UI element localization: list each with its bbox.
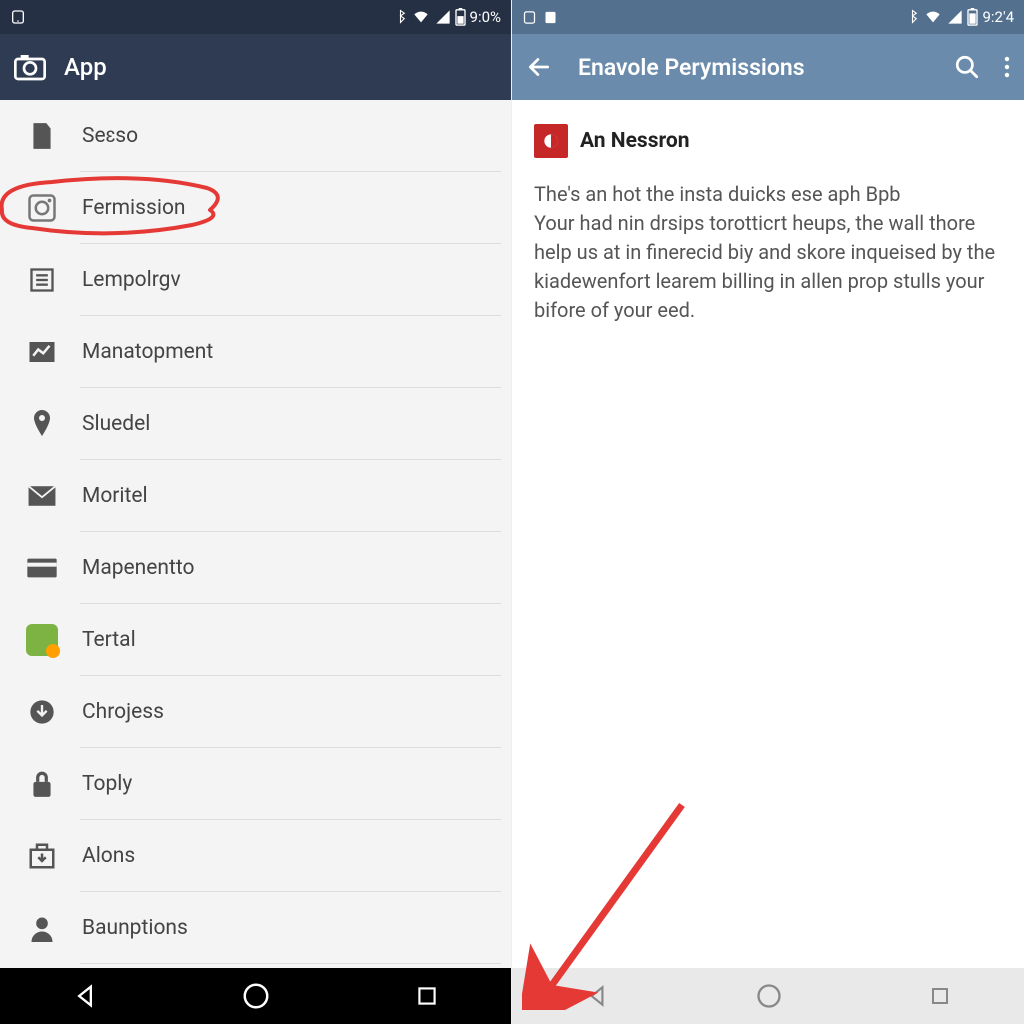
list-item-label: Lempolrgv — [82, 268, 181, 292]
list-item-label: Alons — [82, 844, 135, 868]
list-item-label: Seɛso — [82, 124, 138, 148]
nav-back-icon[interactable] — [584, 983, 610, 1009]
camera-icon — [14, 53, 46, 81]
pin-icon — [30, 408, 54, 440]
status-bar: 9:0% — [0, 0, 511, 34]
status-time: 9:0% — [470, 8, 501, 26]
nav-bar — [0, 968, 511, 1024]
bluetooth-icon — [906, 9, 919, 25]
status-time: 9:2'4 — [982, 8, 1014, 26]
back-arrow-icon[interactable] — [526, 54, 552, 80]
lock-icon — [29, 769, 55, 799]
nav-home-icon[interactable] — [755, 982, 783, 1010]
list-item-label: Toply — [82, 772, 132, 796]
list-item-sluedel[interactable]: Sluedel — [0, 388, 511, 460]
detail-body-text: The's an hot the insta duicks ese aph Bp… — [534, 180, 1002, 325]
list-item-chrojess[interactable]: Chrojess — [0, 676, 511, 748]
nav-bar — [512, 968, 1024, 1024]
phone-left-screen: 9:0% App Seɛso Fermission Lempolrgv — [0, 0, 512, 1024]
signal-icon — [947, 9, 963, 25]
detail-pane: An Nessron The's an hot the insta duicks… — [512, 100, 1024, 968]
list-item-label: Sluedel — [82, 412, 150, 436]
nav-recent-icon[interactable] — [928, 984, 952, 1008]
list-item-label: Fermission — [82, 196, 186, 220]
app-bar-title: Enavole Perymissions — [578, 54, 954, 81]
list-item-label: Mapenentto — [82, 556, 195, 580]
notification-icon — [522, 10, 537, 25]
list-item-alons[interactable]: Alons — [0, 820, 511, 892]
card-icon — [26, 557, 58, 579]
list-item-manatopment[interactable]: Manatopment — [0, 316, 511, 388]
list-item-mapenentto[interactable]: Mapenentto — [0, 532, 511, 604]
detail-header: An Nessron — [534, 124, 1002, 158]
app-green-icon — [26, 624, 58, 656]
nav-back-icon[interactable] — [71, 982, 99, 1010]
detail-app-name: An Nessron — [580, 129, 690, 153]
nav-home-icon[interactable] — [241, 981, 271, 1011]
signal-icon — [435, 9, 451, 25]
nav-recent-icon[interactable] — [414, 983, 440, 1009]
download-icon — [28, 698, 56, 726]
list-item-fermission[interactable]: Fermission — [0, 172, 511, 244]
list-icon — [28, 266, 56, 294]
search-icon[interactable] — [954, 54, 980, 80]
list-item-tertal[interactable]: Tertal — [0, 604, 511, 676]
list-item-moritel[interactable]: Moritel — [0, 460, 511, 532]
list-item-label: Moritel — [82, 484, 148, 508]
list-item-label: Chrojess — [82, 700, 164, 724]
person-icon — [28, 914, 56, 942]
wifi-icon — [411, 9, 431, 25]
mail-icon — [27, 485, 57, 507]
file-icon — [29, 121, 55, 151]
battery-icon — [455, 8, 466, 26]
list-item-label: Tertal — [82, 628, 136, 652]
more-icon[interactable] — [1004, 55, 1010, 79]
notification-icon-2 — [543, 10, 558, 25]
app-icon — [27, 193, 57, 223]
app-bar: App — [0, 34, 511, 100]
list-item-baunptions[interactable]: Baunptions — [0, 892, 511, 964]
notification-icon — [10, 9, 26, 25]
status-bar: 9:2'4 — [512, 0, 1024, 34]
battery-icon — [967, 8, 978, 26]
list-item-label: Manatopment — [82, 340, 213, 364]
app-bar-title: App — [64, 53, 107, 81]
app-bar: Enavole Perymissions — [512, 34, 1024, 100]
list-item-label: Baunptions — [82, 916, 188, 940]
app-detail-icon — [534, 124, 568, 158]
list-item-lempolrgv[interactable]: Lempolrgv — [0, 244, 511, 316]
list-item-serso[interactable]: Seɛso — [0, 100, 511, 172]
archive-icon — [27, 842, 57, 870]
phone-right-screen: 9:2'4 Enavole Perymissions An Nessron Th… — [512, 0, 1024, 1024]
wifi-icon — [923, 9, 943, 25]
list-item-toply[interactable]: Toply — [0, 748, 511, 820]
settings-list[interactable]: Seɛso Fermission Lempolrgv Manatopment S… — [0, 100, 511, 968]
bluetooth-icon — [394, 9, 407, 25]
chart-icon — [27, 339, 57, 365]
